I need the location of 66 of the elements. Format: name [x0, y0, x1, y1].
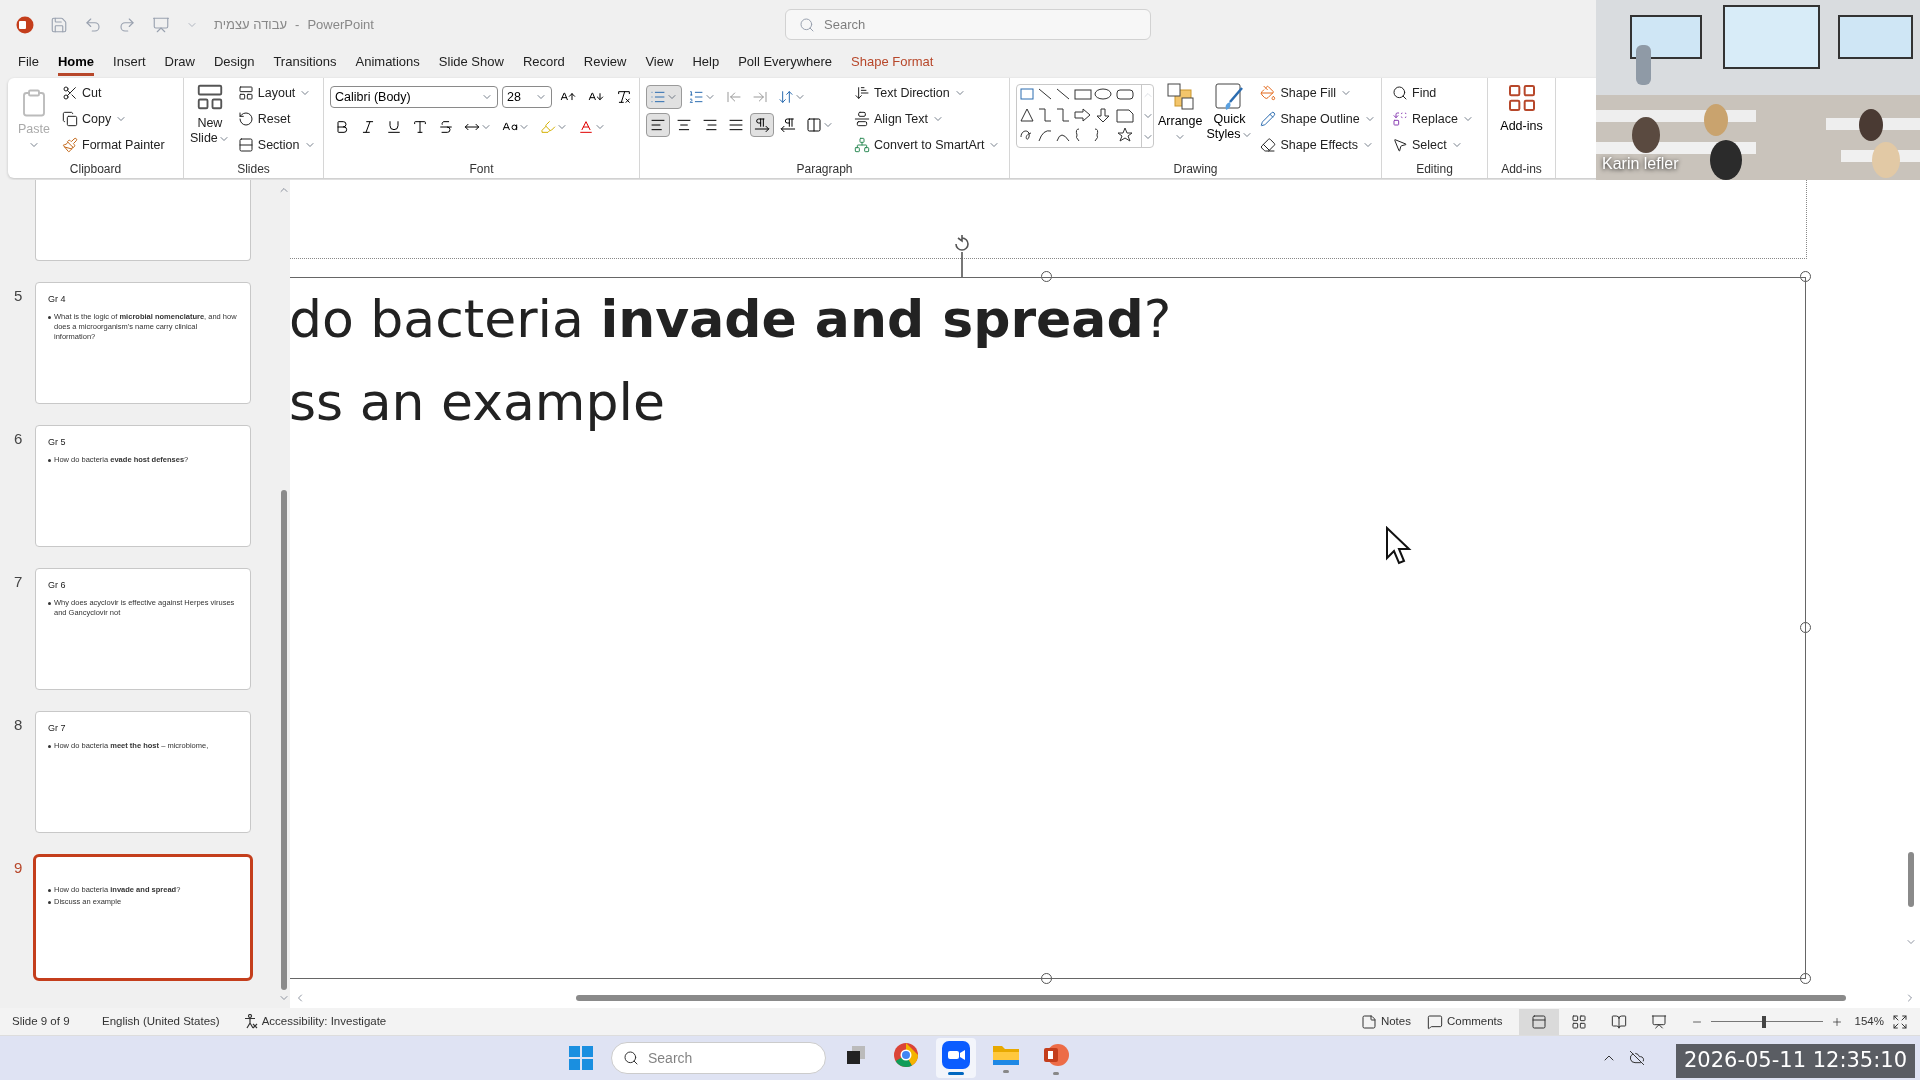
- group-label: Drawing: [1173, 161, 1218, 178]
- ribbon-tab[interactable]: Poll Everywhere: [738, 51, 833, 76]
- ribbon-tab[interactable]: Transitions: [273, 51, 337, 76]
- title-separator: -: [295, 16, 300, 35]
- quick-styles-button[interactable]: Quick Styles: [1206, 82, 1253, 142]
- add-ins-button[interactable]: Add-ins: [1494, 82, 1549, 136]
- section-button[interactable]: Section: [233, 134, 320, 156]
- group-label: Editing: [1416, 161, 1453, 178]
- taskbar-search-field[interactable]: Search: [611, 1042, 826, 1074]
- document-title: עבודה עצמית: [214, 16, 288, 35]
- ribbon-tab[interactable]: Help: [692, 51, 720, 76]
- ribbon-tab[interactable]: File: [18, 51, 39, 76]
- comments-button[interactable]: Comments: [1426, 1012, 1503, 1031]
- shape-outline-button[interactable]: Shape Outline: [1256, 108, 1380, 130]
- text-direction-button[interactable]: Text Direction: [850, 82, 1005, 104]
- ribbon-tab[interactable]: Draw: [164, 51, 195, 76]
- participant-name: Karin lefler: [1602, 154, 1679, 174]
- new-slide-button[interactable]: New Slide: [190, 82, 230, 146]
- ribbon-tab[interactable]: Insert: [113, 51, 146, 76]
- format-painter-button[interactable]: Format Painter: [58, 134, 169, 156]
- shape-effects-button[interactable]: Shape Effects: [1256, 134, 1380, 156]
- cut-button[interactable]: Cut: [58, 82, 169, 104]
- thumbnail-title: Gr 4: [48, 293, 67, 306]
- ribbon-tab[interactable]: View: [645, 51, 674, 76]
- slide-number: 8: [14, 716, 23, 733]
- align-text-button[interactable]: Align Text: [850, 108, 1005, 130]
- group-label: Font: [469, 161, 494, 178]
- arrange-button[interactable]: Arrange: [1158, 82, 1203, 143]
- thumbnail-title: Gr 7: [48, 722, 67, 735]
- slide-text: do bacteria invade and spread?: [290, 288, 1173, 351]
- slide-number: 5: [14, 287, 23, 304]
- smartart-button[interactable]: Convert to SmartArt: [850, 134, 1005, 156]
- slide-number: 6: [14, 430, 23, 447]
- ribbon-tab[interactable]: Home: [57, 51, 95, 76]
- group-label: Paragraph: [796, 161, 853, 178]
- slide-count: Slide 9 of 9: [12, 1013, 71, 1029]
- font-name-field[interactable]: Calibri (Body): [330, 86, 498, 108]
- reset-button[interactable]: Reset: [233, 108, 320, 130]
- thumbnail-title: Gr 6: [48, 579, 67, 592]
- zoom-level[interactable]: 154%: [1854, 1012, 1884, 1031]
- ribbon-tab[interactable]: Slide Show: [438, 51, 504, 76]
- layout-button[interactable]: Layout: [233, 82, 320, 104]
- accessibility-status[interactable]: Accessibility: Investigate: [243, 1012, 387, 1031]
- slide-text: ss an example: [290, 371, 666, 434]
- thumbnail-title: Gr 5: [48, 436, 67, 449]
- app-name: PowerPoint: [307, 16, 374, 35]
- copy-button[interactable]: Copy: [58, 108, 169, 130]
- font-size-field[interactable]: 28: [502, 86, 552, 108]
- ribbon-tab[interactable]: Record: [522, 51, 565, 76]
- timestamp-overlay: 2026-05-11 12:35:10: [1675, 1044, 1915, 1078]
- slide-number: 7: [14, 573, 23, 590]
- find-button[interactable]: Find: [1388, 82, 1478, 104]
- group-label: Clipboard: [69, 161, 122, 178]
- notes-button[interactable]: Notes: [1360, 1012, 1411, 1031]
- group-label: Add-ins: [1501, 161, 1542, 178]
- ribbon-tab[interactable]: Animations: [355, 51, 420, 76]
- replace-button[interactable]: Replace: [1388, 108, 1478, 130]
- group-label: Slides: [237, 161, 270, 178]
- language-status[interactable]: English (United States): [102, 1012, 220, 1031]
- ribbon-tab[interactable]: Review: [583, 51, 627, 76]
- shape-fill-button[interactable]: Shape Fill: [1256, 82, 1380, 104]
- slide-number: 9: [14, 859, 23, 876]
- ribbon-tab[interactable]: Design: [213, 51, 255, 76]
- search-field[interactable]: Search: [785, 9, 1151, 40]
- select-button[interactable]: Select: [1388, 134, 1478, 156]
- ribbon-tab[interactable]: Shape Format: [851, 51, 934, 76]
